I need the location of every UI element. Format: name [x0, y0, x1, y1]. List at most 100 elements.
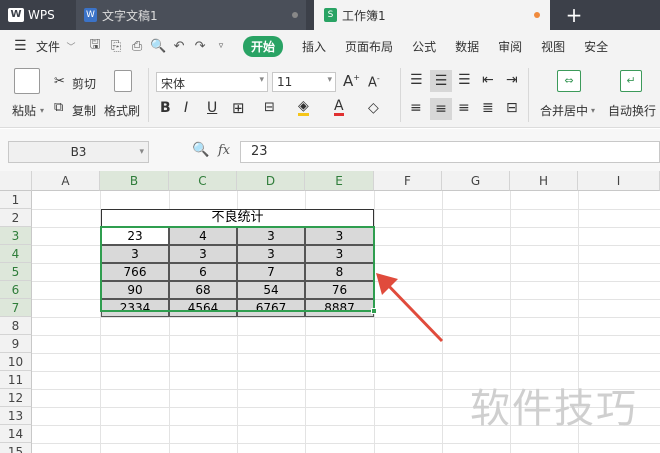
row-header[interactable]: 5	[0, 263, 32, 281]
tab-wps-home[interactable]: W WPS	[0, 0, 74, 30]
paste-chevron-icon[interactable]: ▾	[40, 106, 44, 115]
menu-view[interactable]: 视图	[541, 38, 565, 55]
align-center-icon[interactable]: ≡	[430, 98, 452, 120]
cut-button[interactable]: 剪切	[72, 75, 96, 92]
row-header[interactable]: 11	[0, 371, 32, 389]
merge-icon[interactable]: ⇔	[557, 70, 581, 92]
copy-icon[interactable]: ⧉	[54, 100, 63, 115]
menu-review[interactable]: 审阅	[498, 38, 522, 55]
cell-e6[interactable]: 76	[305, 281, 374, 299]
align-middle-icon[interactable]: ☰	[430, 70, 452, 92]
menu-data[interactable]: 数据	[455, 38, 479, 55]
customize-icon[interactable]: ▿	[213, 41, 229, 51]
export-icon[interactable]: ⎘	[108, 39, 124, 54]
align-bottom-icon[interactable]: ☰	[458, 72, 471, 88]
redo-icon[interactable]: ↷	[192, 39, 208, 54]
cell-c5[interactable]: 6	[169, 263, 237, 281]
font-color-icon[interactable]: A	[334, 99, 344, 116]
column-header-f[interactable]: F	[374, 171, 442, 191]
cell-c7[interactable]: 4564	[169, 299, 237, 317]
cell-b7[interactable]: 2334	[101, 299, 169, 317]
menu-insert[interactable]: 插入	[302, 38, 326, 55]
merge-center-button[interactable]: 合并居中	[540, 102, 588, 119]
row-header[interactable]: 1	[0, 191, 32, 209]
cell-c4[interactable]: 3	[169, 245, 237, 263]
cell-b4[interactable]: 3	[101, 245, 169, 263]
decrease-font-icon[interactable]: A-	[368, 74, 380, 90]
clear-format-icon[interactable]: ◇	[368, 100, 379, 116]
menu-file[interactable]: 文件	[36, 38, 60, 55]
save-icon[interactable]: 🖫	[87, 35, 103, 57]
row-header[interactable]: 4	[0, 245, 32, 263]
cell-e5[interactable]: 8	[305, 263, 374, 281]
fill-color-icon[interactable]: ◈	[298, 99, 309, 116]
new-tab-button[interactable]: +	[560, 0, 588, 30]
table-title-cell[interactable]: 不良统计	[101, 209, 374, 227]
cell-d3[interactable]: 3	[237, 227, 305, 245]
menu-security[interactable]: 安全	[584, 38, 608, 55]
outdent-icon[interactable]: ⇤	[482, 72, 494, 88]
cut-icon[interactable]: ✂	[54, 74, 65, 89]
column-header-e[interactable]: E	[305, 171, 374, 191]
increase-font-icon[interactable]: A+	[343, 72, 360, 90]
align-left-icon[interactable]: ≡	[410, 100, 422, 116]
print-preview-icon[interactable]: 🔍	[150, 39, 166, 54]
merge-chevron-icon[interactable]: ▾	[591, 106, 595, 115]
row-header[interactable]: 13	[0, 407, 32, 425]
chevron-down-icon[interactable]: ﹀	[63, 40, 79, 53]
row-header[interactable]: 10	[0, 353, 32, 371]
column-header-i[interactable]: I	[578, 171, 660, 191]
cell-c6[interactable]: 68	[169, 281, 237, 299]
cell-d5[interactable]: 7	[237, 263, 305, 281]
cell-e3[interactable]: 3	[305, 227, 374, 245]
align-top-icon[interactable]: ☰	[410, 72, 423, 88]
row-header[interactable]: 7	[0, 299, 32, 317]
column-header-d[interactable]: D	[237, 171, 305, 191]
italic-icon[interactable]: I	[184, 100, 188, 116]
cell-d6[interactable]: 54	[237, 281, 305, 299]
function-icon[interactable]: fx	[218, 143, 230, 158]
justify-icon[interactable]: ≣	[482, 100, 494, 116]
fill-style-icon[interactable]: ⊟	[264, 100, 275, 115]
paste-button[interactable]: 粘贴	[12, 102, 36, 119]
tab-workbook[interactable]: S 工作簿1	[314, 0, 550, 30]
bold-icon[interactable]: B	[160, 100, 171, 116]
align-right-icon[interactable]: ≡	[458, 100, 470, 116]
row-header[interactable]: 9	[0, 335, 32, 353]
menu-page-layout[interactable]: 页面布局	[345, 38, 393, 55]
cell-b3[interactable]: 23	[101, 227, 169, 245]
zoom-search-icon[interactable]: 🔍	[192, 142, 209, 158]
font-name-select[interactable]: 宋体 ▾	[156, 72, 268, 92]
print-icon[interactable]: ⎙	[129, 39, 145, 54]
column-header-c[interactable]: C	[169, 171, 237, 191]
cell-e4[interactable]: 3	[305, 245, 374, 263]
tab-document[interactable]: W 文字文稿1	[76, 0, 306, 30]
cell-c3[interactable]: 4	[169, 227, 237, 245]
column-header-g[interactable]: G	[442, 171, 510, 191]
hamburger-icon[interactable]: ☰	[14, 38, 28, 54]
format-painter-button[interactable]: 格式刷	[104, 102, 140, 119]
column-header-a[interactable]: A	[32, 171, 100, 191]
underline-icon[interactable]: U	[207, 100, 217, 116]
cell-d7[interactable]: 6767	[237, 299, 305, 317]
cell-e7[interactable]: 8887	[305, 299, 374, 317]
row-header[interactable]: 12	[0, 389, 32, 407]
column-header-h[interactable]: H	[510, 171, 578, 191]
row-header[interactable]: 3	[0, 227, 32, 245]
format-painter-icon[interactable]	[114, 70, 132, 92]
column-header-b[interactable]: B	[100, 171, 169, 191]
cell-b5[interactable]: 766	[101, 263, 169, 281]
row-header[interactable]: 15	[0, 443, 32, 453]
wrap-text-button[interactable]: 自动换行	[608, 102, 656, 119]
border-icon[interactable]: ⊞	[232, 99, 245, 117]
menu-formula[interactable]: 公式	[412, 38, 436, 55]
copy-button[interactable]: 复制	[72, 102, 96, 119]
row-header[interactable]: 2	[0, 209, 32, 227]
row-header[interactable]: 6	[0, 281, 32, 299]
select-all-corner[interactable]	[0, 171, 32, 191]
distribute-icon[interactable]: ⊟	[506, 100, 518, 116]
cell-d4[interactable]: 3	[237, 245, 305, 263]
indent-icon[interactable]: ⇥	[506, 72, 518, 88]
undo-icon[interactable]: ↶	[171, 39, 187, 54]
wrap-text-icon[interactable]: ↵	[620, 70, 642, 92]
